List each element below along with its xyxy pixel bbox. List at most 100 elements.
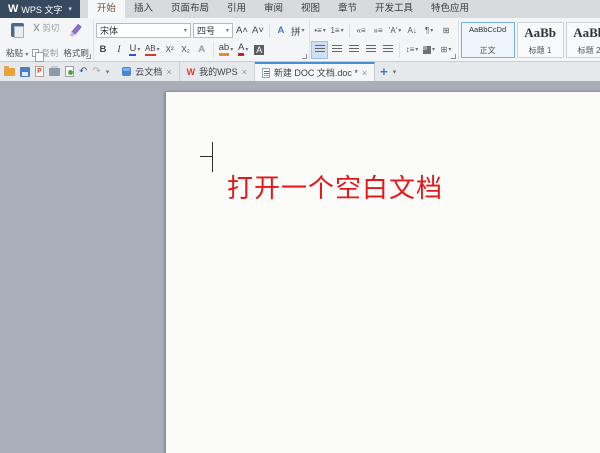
style-heading1[interactable]: AaBb 标题 1	[516, 22, 564, 58]
copy-icon	[32, 48, 45, 62]
shading-fill-button[interactable]: ▾	[421, 42, 436, 58]
character-border-button[interactable]: A	[195, 42, 209, 58]
scissors-icon	[32, 23, 40, 32]
divider	[212, 42, 214, 57]
tab-section[interactable]: 章节	[329, 0, 366, 18]
text-effects-button[interactable]: A	[274, 23, 288, 39]
italic-button[interactable]: I	[112, 42, 126, 58]
chevron-down-icon: ▾	[301, 28, 305, 34]
shrink-font-button[interactable]: A˅	[251, 23, 265, 39]
style-heading2[interactable]: AaBb 标题 2	[565, 22, 600, 58]
tab-page-layout[interactable]: 页面布局	[162, 0, 218, 18]
open-folder-icon[interactable]	[4, 65, 15, 76]
document-icon	[261, 67, 270, 78]
align-right-icon	[348, 45, 359, 54]
tab-special-features[interactable]: 特色应用	[422, 0, 478, 18]
title-bar: W WPS 文字 ▾ 开始 插入 页面布局 引用 审阅 视图 章节 开发工具 特…	[0, 0, 600, 18]
fill-bucket-icon	[422, 45, 431, 54]
chevron-down-icon: ▾	[448, 47, 452, 53]
document-workspace[interactable]: 打开一个空白文档	[0, 81, 600, 453]
tab-insert[interactable]: 插入	[125, 0, 162, 18]
document-paragraph-text[interactable]: 打开一个空白文档	[227, 168, 443, 205]
wps-w-icon: W	[186, 66, 196, 77]
underline-button[interactable]: U ▾	[128, 42, 142, 58]
tab-list-chevron-icon[interactable]: ▾	[393, 62, 401, 81]
chevron-down-icon: ▾	[156, 47, 160, 53]
doc-tab-my-wps[interactable]: W 我的WPS ×	[180, 62, 255, 81]
undo-icon[interactable]: ↶	[79, 66, 87, 77]
close-icon[interactable]: ×	[166, 67, 171, 77]
font-size-select[interactable]: 四号 ▾	[192, 23, 233, 38]
print-preview-icon[interactable]	[65, 66, 74, 77]
phonetic-guide-button[interactable]: 拼 ▾	[290, 23, 306, 39]
close-icon[interactable]: ×	[362, 68, 367, 78]
strikethrough-button[interactable]: AB ▾	[144, 42, 161, 58]
style-normal[interactable]: AaBbCcDd 正文	[460, 22, 515, 58]
paragraph-group: •≡ ▾ 1≡ ▾ «≡ »≡ 'A' ▾ A↓ ¶ ▾ ⊞ ↕≡ ▾ ▾ ⊞ ▾	[310, 20, 459, 60]
chevron-down-icon[interactable]: ▾	[68, 5, 72, 13]
print-icon[interactable]	[49, 65, 60, 76]
bullets-button[interactable]: •≡ ▾	[312, 23, 327, 39]
tab-home[interactable]: 开始	[87, 0, 125, 18]
tab-review[interactable]: 审阅	[255, 0, 292, 18]
paragraph-dialog-launcher-icon[interactable]	[450, 54, 456, 59]
document-page[interactable]: 打开一个空白文档	[166, 92, 600, 453]
show-marks-button[interactable]: ¶ ▾	[422, 23, 437, 39]
close-icon[interactable]: ×	[242, 67, 247, 77]
doc-tab-cloud[interactable]: 云文档 ×	[115, 62, 180, 81]
ribbon: 粘贴 ▾ 剪切 复制 格式刷 宋体 ▾ 四号 ▾ A˄ A˅ A 拼 ▾ B I…	[0, 18, 600, 62]
character-shading-button[interactable]: A	[252, 42, 266, 58]
subscript-button[interactable]: X₂	[179, 42, 193, 58]
customize-toolbar-chevron-icon[interactable]: ▾	[106, 68, 110, 76]
tab-view[interactable]: 视图	[292, 0, 329, 18]
justify-icon	[365, 45, 376, 54]
table-button[interactable]: ⊞	[439, 23, 454, 39]
chevron-down-icon: ▾	[183, 28, 187, 34]
export-pdf-icon[interactable]: P	[35, 66, 44, 77]
paste-button[interactable]: 粘贴 ▾	[6, 21, 28, 59]
decrease-indent-button[interactable]: «≡	[354, 23, 369, 39]
align-left-button[interactable]	[311, 40, 329, 59]
align-center-icon	[331, 45, 342, 54]
chevron-down-icon: ▾	[137, 47, 141, 53]
app-menu-button[interactable]: W WPS 文字 ▾	[0, 0, 80, 18]
new-tab-button[interactable]: +	[375, 62, 393, 81]
distribute-button[interactable]	[380, 42, 395, 58]
open-document-tabs: 云文档 × W 我的WPS × 新建 DOC 文档.doc * × + ▾	[115, 62, 400, 81]
text-cursor-caret	[212, 142, 213, 172]
justify-button[interactable]	[363, 42, 378, 58]
copy-button[interactable]: 复制	[32, 46, 59, 62]
bold-button[interactable]: B	[96, 42, 110, 58]
ribbon-tab-strip: 开始 插入 页面布局 引用 审阅 视图 章节 开发工具 特色应用	[87, 0, 478, 18]
wps-logo-icon: W	[8, 3, 18, 15]
chevron-down-icon: ▾	[340, 28, 344, 34]
grow-font-button[interactable]: A˄	[235, 23, 249, 39]
redo-icon[interactable]: ↷	[92, 66, 100, 77]
font-color-button[interactable]: A ▾	[236, 42, 250, 58]
cut-copy-column: 剪切 复制	[32, 21, 59, 62]
font-family-select[interactable]: 宋体 ▾	[95, 23, 191, 38]
save-icon[interactable]	[20, 66, 30, 77]
highlight-color-button[interactable]: ab ▾	[218, 42, 235, 58]
divider	[348, 23, 350, 38]
superscript-button[interactable]: X²	[163, 42, 177, 58]
cut-button[interactable]: 剪切	[32, 21, 59, 34]
tab-developer[interactable]: 开发工具	[366, 0, 422, 18]
align-left-icon	[314, 45, 325, 54]
styles-gallery: AaBbCcDd 正文 AaBb 标题 1 AaBb 标题 2 AaBb 标题 …	[459, 20, 600, 60]
tab-references[interactable]: 引用	[218, 0, 255, 18]
chevron-down-icon: ▾	[225, 28, 229, 34]
clipboard-dialog-launcher-icon[interactable]	[85, 54, 91, 59]
chevron-down-icon: ▾	[25, 52, 29, 58]
align-right-button[interactable]	[346, 42, 361, 58]
paste-icon	[10, 23, 24, 38]
font-dialog-launcher-icon[interactable]	[302, 54, 308, 59]
align-center-button[interactable]	[329, 42, 344, 58]
numbering-button[interactable]: 1≡ ▾	[329, 23, 344, 39]
sort-button[interactable]: A↓	[405, 23, 420, 39]
clipboard-group: 粘贴 ▾ 剪切 复制 格式刷	[4, 20, 94, 62]
quote-style-button[interactable]: 'A' ▾	[388, 23, 403, 39]
line-spacing-button[interactable]: ↕≡ ▾	[404, 42, 419, 58]
doc-tab-new-doc[interactable]: 新建 DOC 文档.doc * ×	[254, 62, 376, 81]
increase-indent-button[interactable]: »≡	[371, 23, 386, 39]
